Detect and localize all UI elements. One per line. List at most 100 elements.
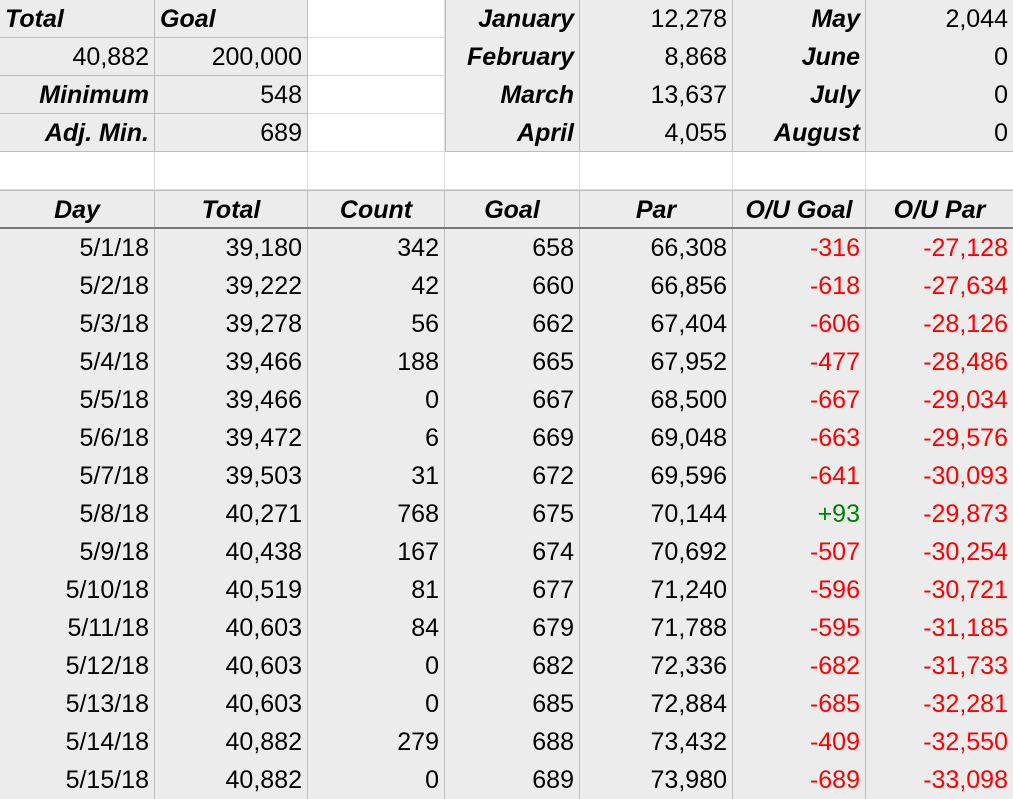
cell-total[interactable]: 40,603 (155, 609, 308, 647)
cell-month-value[interactable]: 0 (866, 76, 1013, 114)
cell-day[interactable]: 5/10/18 (0, 571, 155, 609)
cell-day[interactable]: 5/13/18 (0, 685, 155, 723)
cell-ou-par[interactable]: -33,098 (866, 761, 1013, 799)
cell-goal[interactable]: 674 (445, 533, 580, 571)
cell-par[interactable]: 67,952 (580, 343, 733, 381)
cell-ou-goal[interactable]: -663 (733, 419, 866, 457)
cell-goal[interactable]: 660 (445, 267, 580, 305)
cell-month-label[interactable]: June (733, 38, 866, 76)
cell-ou-goal[interactable]: -667 (733, 381, 866, 419)
cell-count[interactable]: 188 (308, 343, 445, 381)
cell-day[interactable]: 5/4/18 (0, 343, 155, 381)
cell-month-label[interactable]: April (445, 114, 580, 152)
cell-month-value[interactable]: 2,044 (866, 0, 1013, 38)
cell-ou-par[interactable]: -30,093 (866, 457, 1013, 495)
cell-par[interactable]: 70,144 (580, 495, 733, 533)
cell-par[interactable]: 66,308 (580, 229, 733, 267)
empty-cell[interactable] (308, 114, 445, 152)
cell-ou-goal[interactable]: -641 (733, 457, 866, 495)
cell-par[interactable]: 66,856 (580, 267, 733, 305)
cell-count[interactable]: 6 (308, 419, 445, 457)
cell-ou-goal[interactable]: -606 (733, 305, 866, 343)
cell-ou-par[interactable]: -31,733 (866, 647, 1013, 685)
cell-goal-value[interactable]: 200,000 (155, 38, 308, 76)
cell-count[interactable]: 31 (308, 457, 445, 495)
cell-month-value[interactable]: 0 (866, 114, 1013, 152)
empty-cell[interactable] (308, 38, 445, 76)
cell-month-label[interactable]: July (733, 76, 866, 114)
cell-ou-goal[interactable]: -316 (733, 229, 866, 267)
cell-day[interactable]: 5/3/18 (0, 305, 155, 343)
cell-ou-goal[interactable]: -595 (733, 609, 866, 647)
cell-goal[interactable]: 679 (445, 609, 580, 647)
empty-cell[interactable] (733, 152, 866, 190)
header-goal[interactable]: Goal (445, 190, 580, 228)
cell-count[interactable]: 279 (308, 723, 445, 761)
cell-goal[interactable]: 658 (445, 229, 580, 267)
cell-goal-label[interactable]: Goal (155, 0, 308, 38)
cell-adj-min-label[interactable]: Adj. Min. (0, 114, 155, 152)
cell-par[interactable]: 71,240 (580, 571, 733, 609)
cell-ou-par[interactable]: -30,721 (866, 571, 1013, 609)
cell-total[interactable]: 40,882 (155, 723, 308, 761)
cell-day[interactable]: 5/15/18 (0, 761, 155, 799)
cell-total[interactable]: 40,882 (155, 761, 308, 799)
cell-goal[interactable]: 672 (445, 457, 580, 495)
empty-cell[interactable] (308, 0, 445, 38)
cell-par[interactable]: 69,048 (580, 419, 733, 457)
empty-cell[interactable] (580, 152, 733, 190)
header-ou-goal[interactable]: O/U Goal (733, 190, 866, 228)
cell-count[interactable]: 167 (308, 533, 445, 571)
cell-count[interactable]: 42 (308, 267, 445, 305)
cell-ou-par[interactable]: -27,128 (866, 229, 1013, 267)
cell-ou-par[interactable]: -29,034 (866, 381, 1013, 419)
cell-total[interactable]: 40,438 (155, 533, 308, 571)
cell-total[interactable]: 39,503 (155, 457, 308, 495)
cell-count[interactable]: 84 (308, 609, 445, 647)
cell-goal[interactable]: 662 (445, 305, 580, 343)
cell-month-label[interactable]: August (733, 114, 866, 152)
header-total[interactable]: Total (155, 190, 308, 228)
header-ou-par[interactable]: O/U Par (866, 190, 1013, 228)
cell-total[interactable]: 39,278 (155, 305, 308, 343)
cell-ou-par[interactable]: -31,185 (866, 609, 1013, 647)
cell-day[interactable]: 5/7/18 (0, 457, 155, 495)
cell-month-label[interactable]: January (445, 0, 580, 38)
cell-ou-goal[interactable]: -596 (733, 571, 866, 609)
cell-count[interactable]: 0 (308, 381, 445, 419)
empty-cell[interactable] (308, 152, 445, 190)
cell-day[interactable]: 5/6/18 (0, 419, 155, 457)
cell-minimum-value[interactable]: 548 (155, 76, 308, 114)
empty-cell[interactable] (308, 76, 445, 114)
empty-cell[interactable] (866, 152, 1013, 190)
cell-goal[interactable]: 669 (445, 419, 580, 457)
cell-goal[interactable]: 677 (445, 571, 580, 609)
cell-total[interactable]: 39,180 (155, 229, 308, 267)
cell-par[interactable]: 73,980 (580, 761, 733, 799)
cell-month-value[interactable]: 8,868 (580, 38, 733, 76)
cell-count[interactable]: 768 (308, 495, 445, 533)
cell-day[interactable]: 5/14/18 (0, 723, 155, 761)
cell-count[interactable]: 0 (308, 761, 445, 799)
cell-day[interactable]: 5/1/18 (0, 229, 155, 267)
cell-ou-par[interactable]: -29,576 (866, 419, 1013, 457)
cell-day[interactable]: 5/5/18 (0, 381, 155, 419)
cell-ou-goal[interactable]: -682 (733, 647, 866, 685)
cell-par[interactable]: 72,336 (580, 647, 733, 685)
cell-ou-par[interactable]: -28,126 (866, 305, 1013, 343)
cell-month-value[interactable]: 0 (866, 38, 1013, 76)
cell-goal[interactable]: 689 (445, 761, 580, 799)
cell-ou-goal[interactable]: -685 (733, 685, 866, 723)
cell-day[interactable]: 5/2/18 (0, 267, 155, 305)
empty-cell[interactable] (445, 152, 580, 190)
header-par[interactable]: Par (580, 190, 733, 228)
cell-ou-par[interactable]: -30,254 (866, 533, 1013, 571)
cell-par[interactable]: 67,404 (580, 305, 733, 343)
cell-month-label[interactable]: May (733, 0, 866, 38)
cell-count[interactable]: 81 (308, 571, 445, 609)
empty-cell[interactable] (0, 152, 155, 190)
cell-goal[interactable]: 675 (445, 495, 580, 533)
cell-ou-par[interactable]: -32,550 (866, 723, 1013, 761)
cell-total[interactable]: 40,271 (155, 495, 308, 533)
header-count[interactable]: Count (308, 190, 445, 228)
